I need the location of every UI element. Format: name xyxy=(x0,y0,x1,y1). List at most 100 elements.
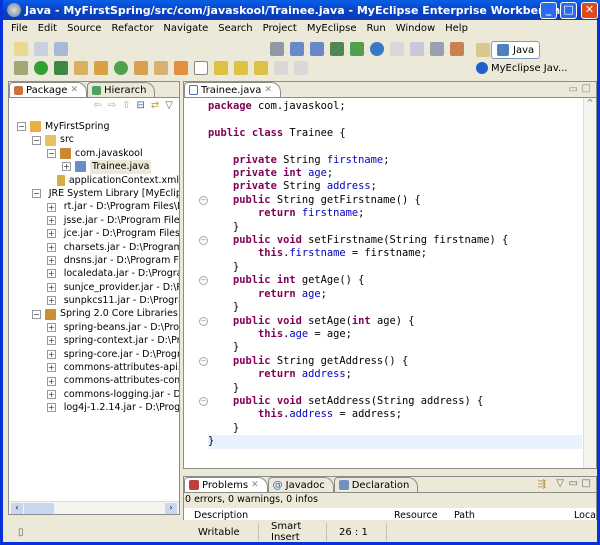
expand-icon[interactable]: + xyxy=(47,282,56,292)
expand-icon[interactable]: + xyxy=(47,349,56,359)
tree-item[interactable]: + dnsns.jar - D:\Program File xyxy=(9,254,179,267)
collapse-icon[interactable]: − xyxy=(17,122,26,132)
tree-item[interactable]: + sunjce_provider.jar - D:\Pr xyxy=(9,281,179,294)
browser-icon[interactable] xyxy=(370,42,384,56)
expand-icon[interactable]: + xyxy=(47,215,56,225)
expand-icon[interactable]: + xyxy=(47,229,56,239)
camera-icon[interactable] xyxy=(430,42,444,56)
debug-icon[interactable] xyxy=(14,61,28,75)
perspective-java[interactable]: Java xyxy=(491,41,541,59)
expand-icon[interactable]: + xyxy=(62,162,71,172)
minimize-icon[interactable]: ▭ xyxy=(569,84,578,95)
expand-icon[interactable]: + xyxy=(47,336,56,346)
tab-trainee-java[interactable]: Trainee.java ✕ xyxy=(184,82,281,97)
code-line[interactable]: } xyxy=(208,301,582,314)
code-line[interactable]: this.age = age; xyxy=(208,328,582,341)
expand-icon[interactable]: + xyxy=(47,269,56,279)
external-tools-icon[interactable] xyxy=(54,61,68,75)
menu-refactor[interactable]: Refactor xyxy=(106,23,158,34)
tree-item[interactable]: + sunpkcs11.jar - D:\Program xyxy=(9,294,179,307)
next-annotation-icon[interactable] xyxy=(214,61,228,75)
close-button[interactable]: ✕ xyxy=(581,2,598,19)
tree-item[interactable]: − JRE System Library [MyEclipse xyxy=(9,187,179,200)
open-type-icon[interactable] xyxy=(134,61,148,75)
tree-item[interactable]: + spring-context.jar - D:\Pro xyxy=(9,334,179,347)
column-path[interactable]: Path xyxy=(454,510,475,520)
code-line[interactable]: } xyxy=(208,261,582,274)
code-line[interactable] xyxy=(208,140,582,153)
tree-item[interactable]: − com.javaskool xyxy=(9,147,179,160)
new-project-icon[interactable] xyxy=(74,61,88,75)
close-icon[interactable]: ✕ xyxy=(251,480,259,490)
undeploy-icon[interactable] xyxy=(310,42,324,56)
code-line[interactable] xyxy=(208,113,582,126)
tree-item[interactable]: + log4j-1.2.14.jar - D:\Progr xyxy=(9,401,179,414)
filter-icon[interactable]: ⇶ xyxy=(538,479,546,490)
code-line[interactable]: package com.javaskool; xyxy=(208,100,582,113)
server-icon[interactable] xyxy=(270,42,284,56)
tab-package[interactable]: Package ✕ xyxy=(9,82,87,97)
code-line[interactable]: public void setFirstname(String firstnam… xyxy=(208,234,582,247)
expand-icon[interactable]: + xyxy=(47,376,56,386)
fold-icon[interactable]: − xyxy=(199,276,208,286)
tree-item[interactable]: applicationContext.xml xyxy=(9,174,179,187)
column-location[interactable]: Locat xyxy=(574,510,596,520)
tree-item[interactable]: − MyFirstSpring xyxy=(9,120,179,133)
tab-hierarchy[interactable]: Hierarch xyxy=(87,82,156,97)
tree-item[interactable]: + charsets.jar - D:\Program F xyxy=(9,241,179,254)
fold-icon[interactable]: − xyxy=(199,195,208,205)
print-icon[interactable] xyxy=(54,42,68,56)
tree-item[interactable]: + rt.jar - D:\Program Files\M xyxy=(9,200,179,213)
scroll-up-icon[interactable]: ^ xyxy=(584,98,596,107)
code-line[interactable]: private String address; xyxy=(208,180,582,193)
tree-item[interactable]: + spring-beans.jar - D:\Progr xyxy=(9,321,179,334)
menu-navigate[interactable]: Navigate xyxy=(158,23,213,34)
menu-window[interactable]: Window xyxy=(391,23,440,34)
perspective-myeclipse[interactable]: MyEclipse Jav... xyxy=(476,62,568,74)
tools-icon[interactable] xyxy=(450,42,464,56)
search-icon[interactable] xyxy=(410,42,424,56)
code-line[interactable]: } xyxy=(208,435,582,449)
code-line[interactable]: } xyxy=(208,341,582,354)
scroll-thumb[interactable] xyxy=(24,503,54,514)
fold-icon[interactable]: − xyxy=(199,236,208,246)
open-task-icon[interactable] xyxy=(154,61,168,75)
code-line[interactable]: public class Trainee { xyxy=(208,127,582,140)
search-task-icon[interactable] xyxy=(174,61,188,75)
menu-help[interactable]: Help xyxy=(440,23,473,34)
tree-item[interactable]: − src xyxy=(9,133,179,146)
menu-run[interactable]: Run xyxy=(362,23,391,34)
new-icon[interactable] xyxy=(14,42,28,56)
code-line[interactable]: return firstname; xyxy=(208,207,582,220)
expand-icon[interactable]: + xyxy=(47,256,56,266)
scroll-left-icon[interactable]: ‹ xyxy=(11,503,23,514)
collapse-icon[interactable]: − xyxy=(32,135,41,145)
code-line[interactable]: this.firstname = firstname; xyxy=(208,247,582,260)
deploy-icon[interactable] xyxy=(290,42,304,56)
horizontal-scrollbar[interactable]: ‹ › xyxy=(9,501,179,514)
view-menu-icon[interactable]: ▽ xyxy=(165,100,173,111)
fold-icon[interactable]: − xyxy=(199,356,208,366)
launch-icon[interactable] xyxy=(350,42,364,56)
collapse-icon[interactable]: − xyxy=(47,148,56,158)
menu-search[interactable]: Search xyxy=(213,23,257,34)
code-line[interactable]: private String firstname; xyxy=(208,154,582,167)
menu-source[interactable]: Source xyxy=(62,23,106,34)
collapse-icon[interactable]: − xyxy=(32,189,41,199)
menu-myeclipse[interactable]: MyEclipse xyxy=(302,23,362,34)
code-line[interactable]: } xyxy=(208,382,582,395)
tree-item[interactable]: + commons-logging.jar - D:\F xyxy=(9,388,179,401)
close-icon[interactable]: ✕ xyxy=(264,85,272,95)
run-server-icon[interactable] xyxy=(330,42,344,56)
new-class-icon[interactable] xyxy=(114,61,128,75)
last-edit-icon[interactable] xyxy=(254,61,268,75)
code-line[interactable]: } xyxy=(208,422,582,435)
tree-item[interactable]: + jsse.jar - D:\Program Files\ xyxy=(9,214,179,227)
tab-declaration[interactable]: Declaration xyxy=(333,477,419,492)
code-line[interactable]: public void setAge(int age) { xyxy=(208,315,582,328)
fold-icon[interactable]: − xyxy=(199,397,208,407)
vertical-scrollbar[interactable]: ^ xyxy=(583,98,596,468)
tree-item[interactable]: + spring-core.jar - D:\Progra xyxy=(9,348,179,361)
save-icon[interactable] xyxy=(34,42,48,56)
forward-icon[interactable] xyxy=(294,61,308,75)
